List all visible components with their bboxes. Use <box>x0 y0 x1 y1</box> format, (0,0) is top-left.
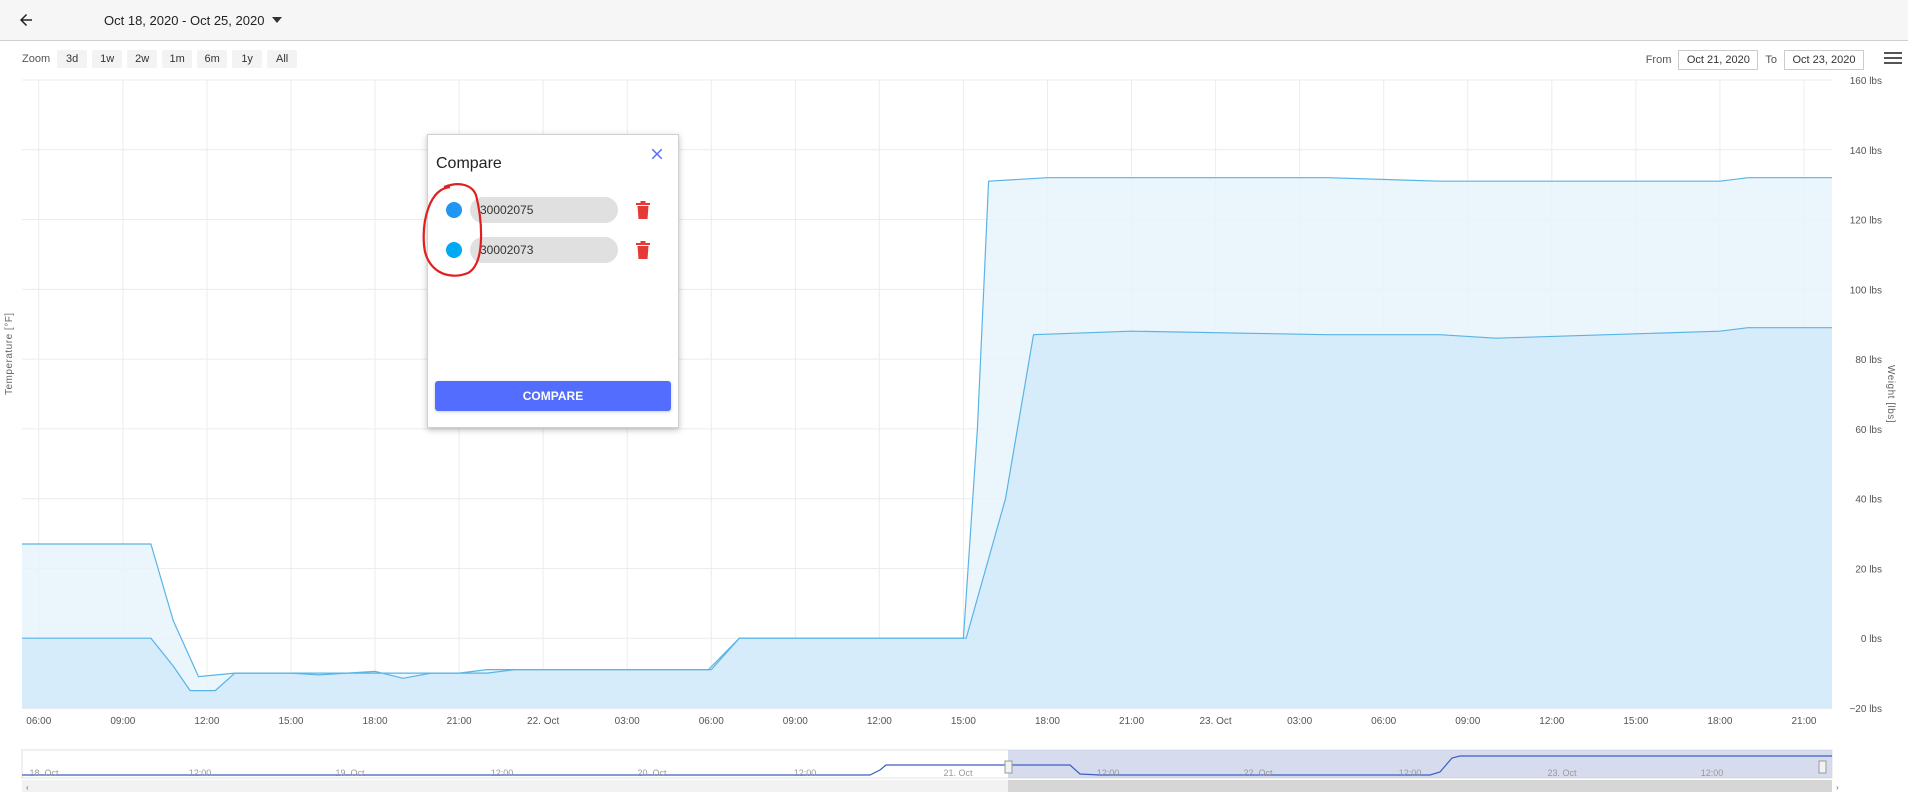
zoom-label: Zoom <box>22 53 51 65</box>
navigator-label: 12:00 <box>1701 768 1724 778</box>
y2-tick-label: 40 lbs <box>1855 495 1882 506</box>
scroll-right-arrow-icon: › <box>1836 783 1839 792</box>
right-axis-ticks: 160 lbs 140 lbs 120 lbs 100 lbs 80 lbs 60 lbs… <box>1849 76 1882 715</box>
hamburger-menu-icon[interactable] <box>1884 52 1902 66</box>
x-tick-label: 06:00 <box>699 716 724 727</box>
trash-icon[interactable] <box>636 201 650 219</box>
x-tick-label: 12:00 <box>194 716 219 727</box>
zoom-2w-button[interactable]: 2w <box>127 50 158 68</box>
left-axis-title: Temperature [°F] <box>4 312 15 395</box>
arrow-left-icon <box>20 14 32 26</box>
x-tick-label: 18:00 <box>1035 716 1060 727</box>
navigator: 18. Oct 12:00 19. Oct 12:00 20. Oct 12:00 21. … <box>21 749 1839 792</box>
y2-tick-label: 120 lbs <box>1850 216 1882 227</box>
zoom-3d-button[interactable]: 3d <box>57 50 88 68</box>
x-tick-label: 06:00 <box>1371 716 1396 727</box>
navigator-label: 12:00 <box>1097 768 1120 778</box>
y2-tick-label: 160 lbs <box>1850 76 1882 87</box>
x-tick-label: 22. Oct <box>527 716 559 727</box>
navigator-label: 12:00 <box>491 768 514 778</box>
date-range-selector[interactable]: Oct 18, 2020 - Oct 25, 2020 <box>104 8 283 32</box>
navigator-label: 12:00 <box>794 768 817 778</box>
dialog-title: Compare <box>436 155 502 172</box>
weight-chart[interactable]: 160 lbs 140 lbs 120 lbs 100 lbs 80 lbs 60 lbs… <box>0 68 1908 806</box>
to-label: To <box>1765 54 1777 66</box>
navigator-label: 12:00 <box>189 768 212 778</box>
navigator-label: 22. Oct <box>1243 768 1273 778</box>
zoom-controls: Zoom 3d 1w 2w 1m 6m 1y All <box>22 50 298 68</box>
y2-tick-label: 140 lbs <box>1850 146 1882 157</box>
x-tick-label: 03:00 <box>615 716 640 727</box>
zoom-6m-button[interactable]: 6m <box>197 50 228 68</box>
close-icon[interactable] <box>648 145 666 163</box>
date-range-text: Oct 18, 2020 - Oct 25, 2020 <box>104 12 265 28</box>
navigator-handle <box>1818 760 1827 774</box>
device-id-field[interactable] <box>470 197 618 223</box>
x-tick-label: 21:00 <box>1791 716 1816 727</box>
navigator-label: 19. Oct <box>335 768 365 778</box>
y2-tick-label: 80 lbs <box>1855 355 1882 366</box>
device-id-field[interactable] <box>470 237 618 263</box>
compare-button[interactable]: COMPARE <box>435 381 671 411</box>
x-tick-label: 21:00 <box>447 716 472 727</box>
navigator-handle <box>1004 760 1013 774</box>
navigator-label: 20. Oct <box>637 768 667 778</box>
x-tick-label: 23. Oct <box>1199 716 1231 727</box>
y2-tick-label: 100 lbs <box>1850 285 1882 296</box>
x-tick-label: 06:00 <box>26 716 51 727</box>
zoom-1m-button[interactable]: 1m <box>162 50 193 68</box>
x-tick-label: 15:00 <box>278 716 303 727</box>
y2-tick-label: 20 lbs <box>1855 564 1882 575</box>
series-area-2 <box>22 327 1832 708</box>
navigator-scrollbar-thumb <box>1008 780 1832 792</box>
from-label: From <box>1645 54 1672 66</box>
caret-down-icon <box>272 17 283 23</box>
navigator-label: 18. Oct <box>29 768 59 778</box>
zoom-1w-button[interactable]: 1w <box>92 50 123 68</box>
x-tick-label: 15:00 <box>951 716 976 727</box>
chart-series <box>22 177 1832 708</box>
top-bar: Oct 18, 2020 - Oct 25, 2020 <box>0 0 1908 41</box>
range-selector: From To <box>1646 50 1864 70</box>
annotation-circle <box>422 183 483 277</box>
to-date-input[interactable] <box>1784 50 1864 70</box>
y2-tick-label: 60 lbs <box>1855 425 1882 436</box>
y2-tick-label: 0 lbs <box>1861 634 1882 645</box>
x-tick-label: 12:00 <box>1539 716 1564 727</box>
scroll-left-arrow-icon: ‹ <box>26 783 29 792</box>
from-date-input[interactable] <box>1678 50 1759 70</box>
zoom-all-button[interactable]: All <box>267 50 298 68</box>
zoom-1y-button[interactable]: 1y <box>232 50 263 68</box>
trash-icon[interactable] <box>636 241 650 259</box>
navigator-label: 23. Oct <box>1547 768 1577 778</box>
x-tick-label: 18:00 <box>1707 716 1732 727</box>
y2-tick-label: −20 lbs <box>1849 704 1882 715</box>
back-button[interactable] <box>12 6 40 34</box>
navigator-label: 21. Oct <box>943 768 973 778</box>
navigator-label: 12:00 <box>1399 768 1422 778</box>
right-axis-title: Weight [lbs] <box>1885 365 1896 424</box>
x-tick-label: 21:00 <box>1119 716 1144 727</box>
x-tick-label: 03:00 <box>1287 716 1312 727</box>
x-tick-label: 12:00 <box>867 716 892 727</box>
x-tick-label: 09:00 <box>1455 716 1480 727</box>
x-tick-label: 09:00 <box>783 716 808 727</box>
x-tick-label: 09:00 <box>110 716 135 727</box>
x-axis-ticks: 06:00 09:00 12:00 15:00 18:00 21:00 22. Oct 03:… <box>26 716 1817 727</box>
x-tick-label: 18:00 <box>363 716 388 727</box>
compare-dialog: Compare COMPARE <box>422 134 679 428</box>
x-tick-label: 15:00 <box>1623 716 1648 727</box>
